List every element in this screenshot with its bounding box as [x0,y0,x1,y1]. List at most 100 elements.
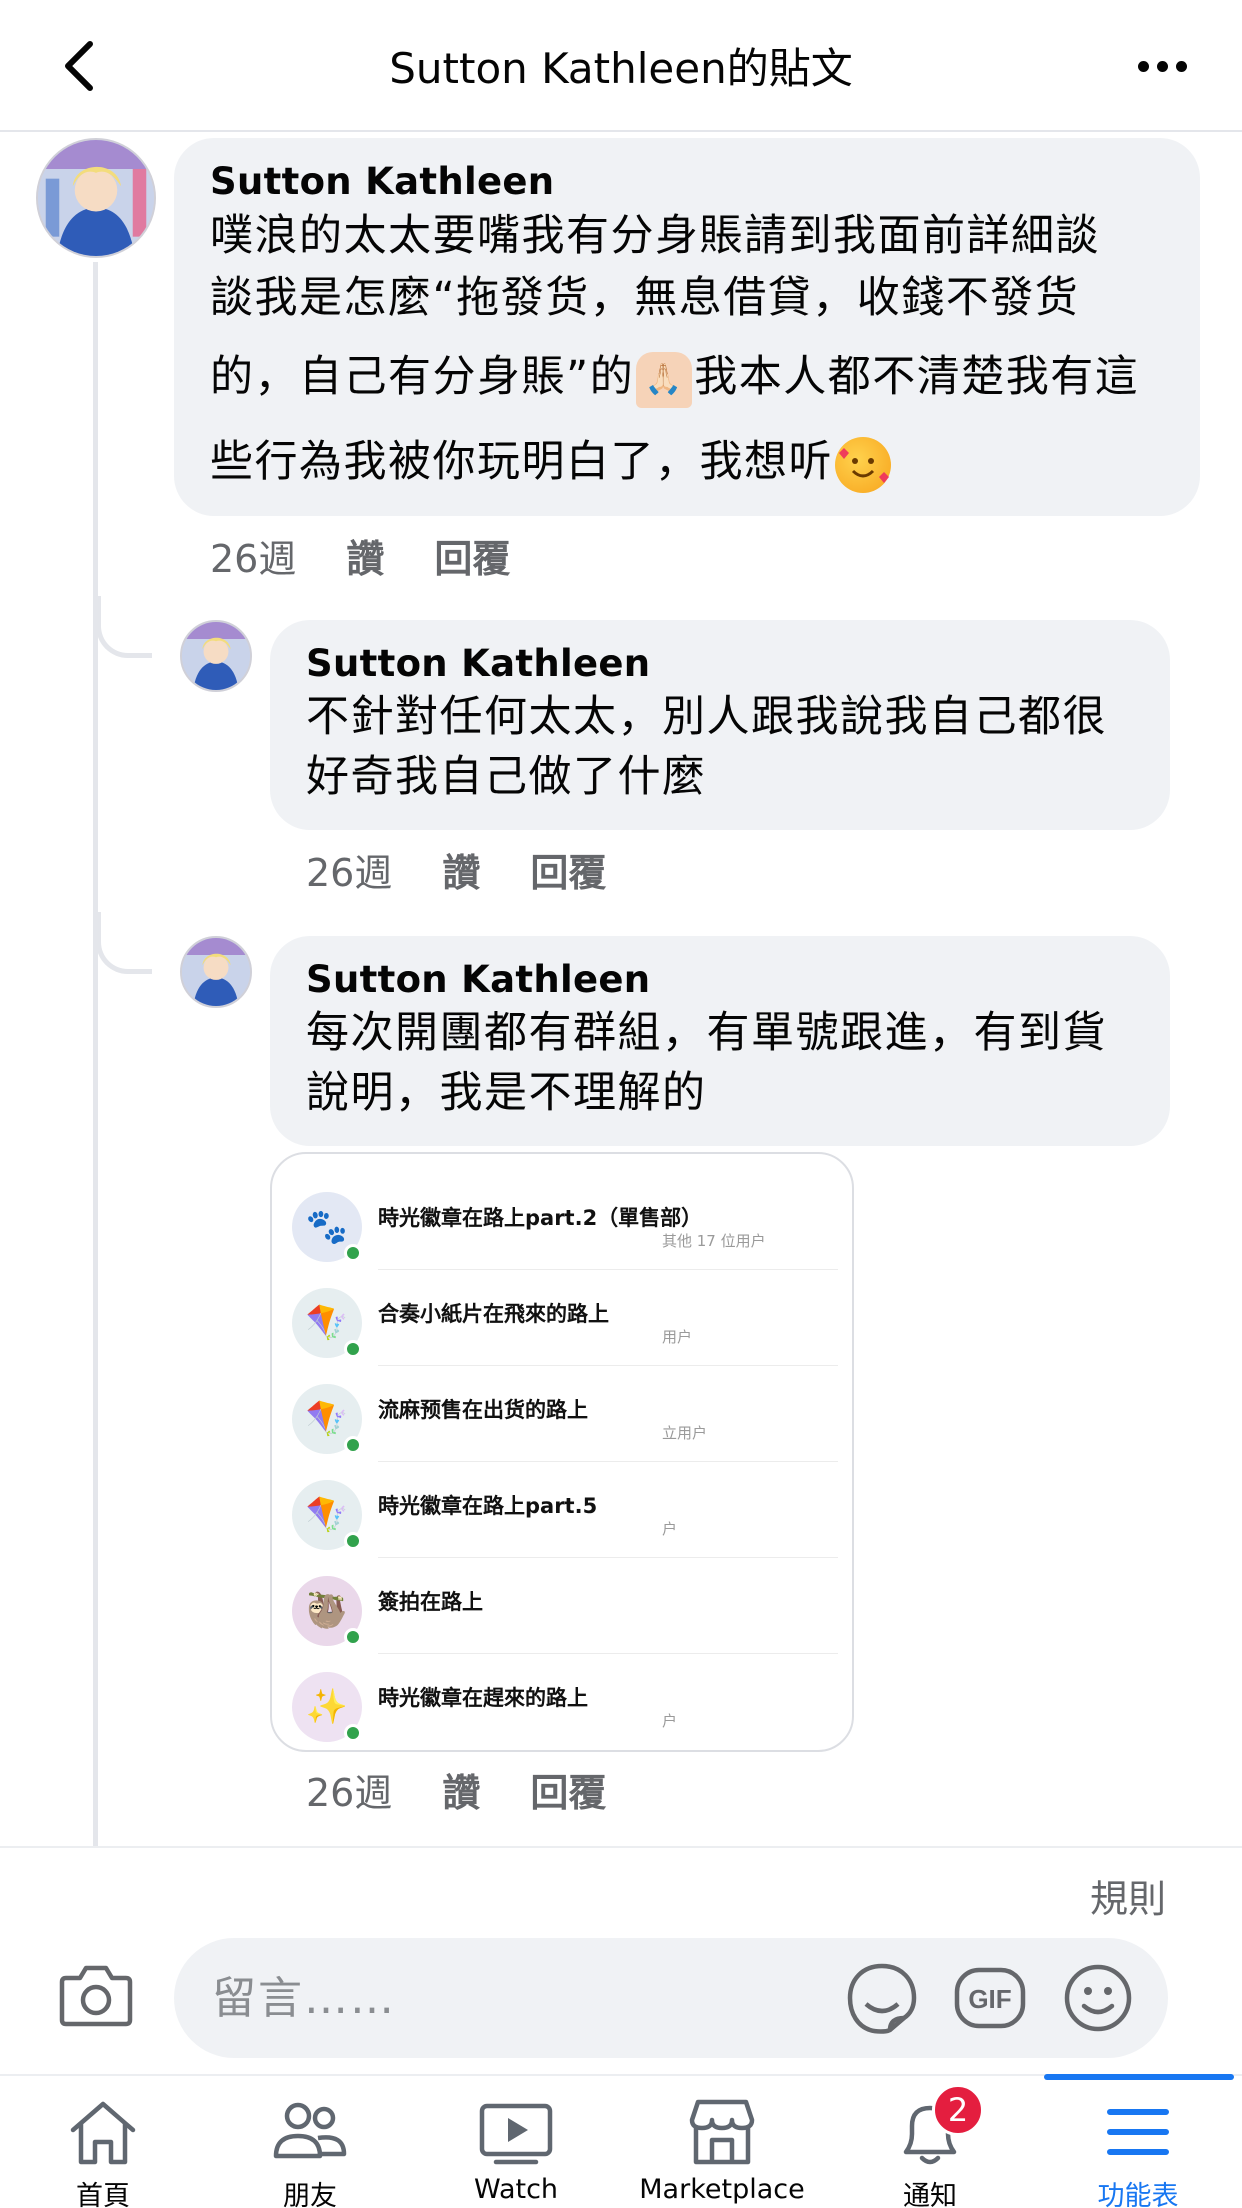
sticker-icon [847,1963,917,2034]
marketplace-icon [682,2094,762,2170]
chevron-left-icon [65,41,93,91]
group-chat-row: 🪁 時光徽章在路上part.5 户 [272,1462,852,1558]
camera-icon [59,1965,133,2027]
rules-link[interactable]: 規則 [1090,1868,1166,1923]
comment-actions: 26週 讚 回覆 [306,1762,606,1817]
bell-icon: 2 [890,2084,984,2170]
group-chat-row: 🪁 合奏小紙片在飛來的路上 用户 [272,1270,852,1366]
divider [0,1846,1242,1848]
nav-item-friends[interactable]: 朋友 [210,2076,410,2208]
online-status-dot [344,1340,362,1358]
comment-line: 些行為我被你玩明白了，我想听 [210,425,1164,499]
group-name: 流麻预售在出货的路上 [378,1398,588,1422]
user-avatar-image [38,140,154,256]
comment-text: 噗浪的太太要嘴我有分身賬請到我面前詳細談 談我是怎麼“拖發货，無息借貸，收錢不發… [210,205,1164,499]
group-name: 時光徽章在路上part.2（單售部） [378,1206,703,1230]
comment-line: 的，自己有分身賬”的 🙏🏻 我本人都不清楚我有這 [210,329,1164,425]
reply-button[interactable]: 回覆 [530,1762,606,1817]
comment-segment: 的，自己有分身賬”的 [210,352,635,402]
camera-button[interactable] [58,1960,134,2030]
emoji-button[interactable] [1062,1962,1134,2034]
nav-label: Watch [473,2174,559,2205]
nav-label: 通知 [903,2181,957,2208]
comment-timestamp[interactable]: 26週 [210,528,296,583]
comment-text: 不針對任何太太，別人跟我說我自己都很 好奇我自己做了什麼 [306,687,1134,807]
sticker-button[interactable] [846,1962,918,2034]
smiling-face-with-hearts-icon [835,436,891,493]
menu-icon [1098,2094,1178,2170]
online-status-dot [344,1628,362,1646]
comment-timestamp[interactable]: 26週 [306,842,392,897]
reply-connector [96,912,152,974]
avatar[interactable] [36,138,156,258]
top-bar: Sutton Kathleen的貼文 [0,0,1242,132]
like-button[interactable]: 讚 [442,1762,480,1817]
comment-segment: 我本人都不清楚我有這 [694,352,1140,402]
folded-hands-icon: 🙏🏻 [636,351,693,408]
gif-icon: GIF [954,1967,1026,2029]
online-status-dot [344,1532,362,1550]
dot-icon [1175,60,1187,72]
smiley-icon [1064,1964,1132,2032]
comment-line: 噗浪的太太要嘴我有分身賬請到我面前詳細談 [210,211,1100,261]
group-member-count: 用户 [662,1328,693,1346]
nav-label: Marketplace [639,2174,805,2205]
group-chat-row: ✨ 時光徽章在趕來的路上 户 [272,1654,852,1750]
group-chat-row: 🪁 流麻预售在出货的路上 立用户 [272,1366,852,1462]
reply-button[interactable]: 回覆 [530,842,606,897]
comment-line: 說明，我是不理解的 [306,1068,707,1118]
home-icon [63,2094,143,2170]
group-chat-row: 🐾 時光徽章在路上part.2（單售部） 其他 17 位用户 [272,1174,852,1270]
reply-button[interactable]: 回覆 [434,528,510,583]
comment-actions: 26週 讚 回覆 [306,842,606,897]
comment-timestamp[interactable]: 26週 [306,1762,392,1817]
bottom-navigation: 首頁 朋友 Watch Marketplace 2 通知 功能表 [0,2074,1242,2208]
dot-icon [1137,60,1149,72]
online-status-dot [344,1724,362,1742]
svg-text:GIF: GIF [968,1984,1011,2014]
dot-icon [1156,60,1168,72]
comment-segment: 些行為我被你玩明白了，我想听 [210,437,833,487]
gif-button[interactable]: GIF [954,1962,1026,2034]
nav-item-notifications[interactable]: 2 通知 [830,2076,1030,2208]
friends-icon [270,2094,350,2170]
group-chat-row: 🦥 簽拍在路上 [272,1558,852,1654]
comment-text: 每次開團都有群組，有單號跟進，有到貨 說明，我是不理解的 [306,1003,1134,1123]
comment-image[interactable]: 🐾 時光徽章在路上part.2（單售部） 其他 17 位用户 🪁 合奏小紙片在飛… [270,1152,854,1752]
like-button[interactable]: 讚 [442,842,480,897]
comment-author[interactable]: Sutton Kathleen [210,160,1164,203]
comment-bubble: Sutton Kathleen 每次開團都有群組，有單號跟進，有到貨 說明，我是… [270,936,1170,1146]
comment-author[interactable]: Sutton Kathleen [306,642,1134,685]
comment-bubble: Sutton Kathleen 不針對任何太太，別人跟我說我自己都很 好奇我自己… [270,620,1170,830]
notification-badge: 2 [932,2084,984,2136]
nav-item-home[interactable]: 首頁 [3,2076,203,2208]
comment-line: 談我是怎麼“拖發货，無息借貸，收錢不發货 [210,273,1080,323]
group-name: 時光徽章在路上part.5 [378,1494,598,1518]
user-avatar-image [182,938,250,1006]
avatar[interactable] [180,620,252,692]
nav-label: 功能表 [1097,2181,1179,2208]
online-status-dot [344,1436,362,1454]
group-name: 合奏小紙片在飛來的路上 [378,1302,609,1326]
nav-item-marketplace[interactable]: Marketplace [622,2076,822,2208]
comment-bubble: Sutton Kathleen 噗浪的太太要嘴我有分身賬請到我面前詳細談 談我是… [174,138,1200,516]
group-member-count: 户 [662,1520,678,1538]
nav-label: 朋友 [283,2181,337,2208]
nav-label: 首頁 [76,2181,130,2208]
comment-author[interactable]: Sutton Kathleen [306,958,1134,1001]
group-member-count: 户 [662,1712,678,1730]
group-name: 時光徽章在趕來的路上 [378,1686,588,1710]
comment-line: 每次開團都有群組，有單號跟進，有到貨 [306,1008,1107,1058]
comment-line: 不針對任何太太，別人跟我說我自己都很 [306,692,1107,742]
nav-item-watch[interactable]: Watch [416,2076,616,2208]
back-button[interactable] [40,28,116,104]
avatar[interactable] [180,936,252,1008]
nav-item-menu[interactable]: 功能表 [1038,2076,1238,2208]
watch-icon [476,2094,556,2170]
group-member-count: 立用户 [662,1424,708,1442]
comment-actions: 26週 讚 回覆 [210,528,510,583]
group-member-count: 其他 17 位用户 [662,1232,766,1250]
like-button[interactable]: 讚 [346,528,384,583]
comment-line: 好奇我自己做了什麼 [306,752,707,802]
more-options-button[interactable] [1122,28,1202,104]
